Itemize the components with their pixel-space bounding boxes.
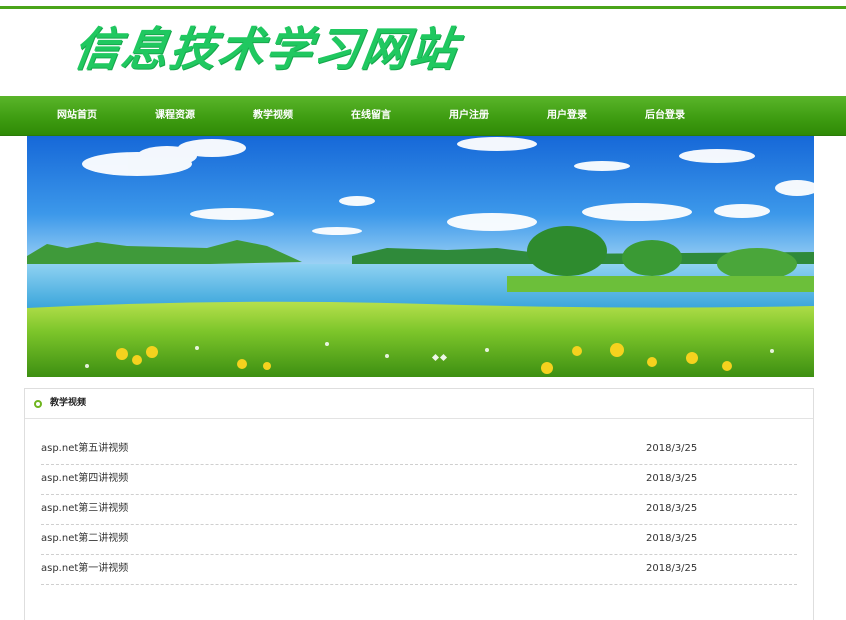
nav-item-guestbook[interactable]: 在线留言: [322, 96, 420, 135]
nav-item-login[interactable]: 用户登录: [518, 96, 616, 135]
video-list: asp.net第五讲视频 2018/3/25 asp.net第四讲视频 2018…: [41, 435, 797, 585]
panel-header: 教学视频: [25, 389, 813, 419]
video-date: 2018/3/25: [646, 533, 698, 544]
list-item: asp.net第一讲视频 2018/3/25: [41, 555, 797, 585]
nav-item-admin-login[interactable]: 后台登录: [616, 96, 714, 135]
teaching-videos-panel: 教学视频 asp.net第五讲视频 2018/3/25 asp.net第四讲视频…: [24, 388, 814, 620]
list-item: asp.net第三讲视频 2018/3/25: [41, 495, 797, 525]
circle-bullet-icon: [34, 400, 42, 408]
video-date: 2018/3/25: [646, 503, 698, 514]
site-logo[interactable]: 信息技术学习网站: [70, 19, 462, 79]
list-item: asp.net第四讲视频 2018/3/25: [41, 465, 797, 495]
landscape-illustration: [27, 136, 814, 377]
main-navigation: 网站首页 课程资源 教学视频 在线留言 用户注册 用户登录 后台登录: [0, 96, 846, 136]
nav-item-register[interactable]: 用户注册: [420, 96, 518, 135]
video-date: 2018/3/25: [646, 563, 698, 574]
site-header: 信息技术学习网站: [0, 9, 846, 96]
video-link[interactable]: asp.net第四讲视频: [41, 465, 128, 493]
video-link[interactable]: asp.net第三讲视频: [41, 495, 128, 523]
video-link[interactable]: asp.net第二讲视频: [41, 525, 128, 553]
nav-item-course-resources[interactable]: 课程资源: [126, 96, 224, 135]
banner-image: [27, 136, 814, 377]
panel-title: 教学视频: [50, 398, 87, 408]
video-link[interactable]: asp.net第五讲视频: [41, 435, 128, 463]
list-item: asp.net第二讲视频 2018/3/25: [41, 525, 797, 555]
video-date: 2018/3/25: [646, 473, 698, 484]
nav-item-home[interactable]: 网站首页: [28, 96, 126, 135]
video-link[interactable]: asp.net第一讲视频: [41, 555, 128, 583]
video-date: 2018/3/25: [646, 443, 698, 454]
list-item: asp.net第五讲视频 2018/3/25: [41, 435, 797, 465]
nav-item-teaching-videos[interactable]: 教学视频: [224, 96, 322, 135]
